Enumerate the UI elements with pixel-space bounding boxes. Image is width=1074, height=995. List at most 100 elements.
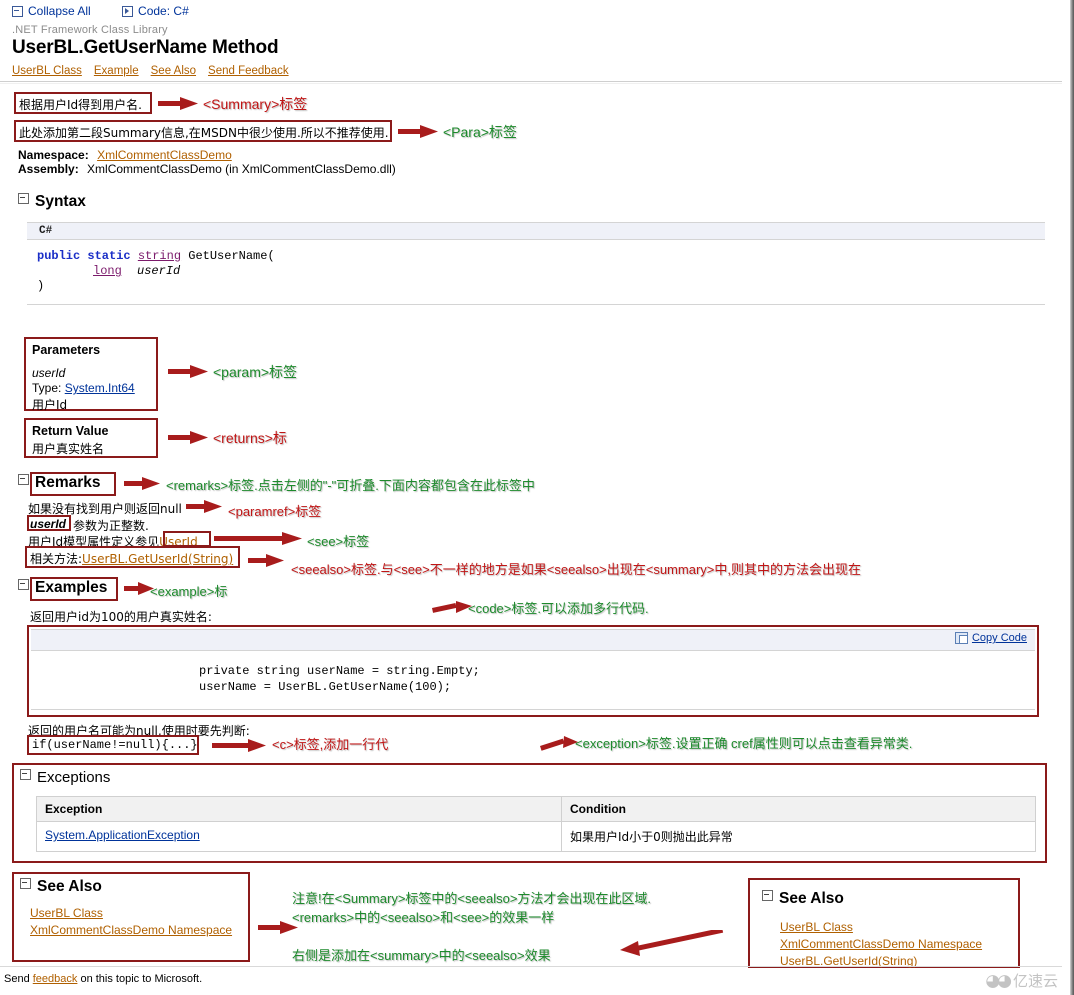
example-code-line-1: private string userName = string.Empty; bbox=[31, 663, 1035, 679]
remarks-line-4-prefix: 相关方法: bbox=[30, 552, 82, 566]
see-also-right-link-1[interactable]: UserBL Class bbox=[780, 920, 982, 934]
table-header-row: Exception Condition bbox=[37, 797, 1036, 822]
examples-intro: 返回用户id为100的用户真实姓名: bbox=[30, 608, 212, 625]
copy-code-button[interactable]: Copy Code bbox=[955, 632, 1027, 644]
footer-suffix: on this topic to Microsoft. bbox=[77, 973, 202, 985]
annotation-paramref-tag: <paramref>标签 bbox=[228, 501, 321, 520]
header-links: UserBL Class Example See Also Send Feedback bbox=[12, 63, 1052, 77]
syntax-language-tab[interactable]: C# bbox=[27, 223, 1045, 240]
syntax-line-1: public static string GetUserName( bbox=[37, 249, 1045, 264]
see-also-left-heading: See Also bbox=[20, 878, 102, 896]
remarks-line-4: 相关方法:UserBL.GetUserId(String) bbox=[30, 550, 233, 567]
watermark-label: 亿速云 bbox=[1013, 970, 1058, 991]
remarks-seealso-link[interactable]: UserBL.GetUserId(String) bbox=[82, 552, 233, 566]
see-also-right-link-2[interactable]: XmlCommentClassDemo Namespace bbox=[780, 937, 982, 951]
summary-line-1: 根据用户Id得到用户名. bbox=[19, 96, 142, 113]
code-language-label: Code: C# bbox=[138, 0, 189, 22]
syntax-param-name: userId bbox=[137, 264, 180, 278]
header-divider bbox=[0, 81, 1062, 82]
see-also-right-collapse-icon[interactable] bbox=[762, 890, 773, 901]
return-value-description: 用户真实姓名 bbox=[32, 440, 108, 457]
see-also-left-collapse-icon[interactable] bbox=[20, 878, 31, 889]
exceptions-collapse-icon[interactable] bbox=[20, 769, 31, 780]
header-divider-shadow bbox=[0, 83, 1062, 84]
syntax-keywords: public static bbox=[37, 249, 131, 263]
seealso-arrow bbox=[248, 552, 286, 570]
code-arrow bbox=[432, 600, 472, 618]
exception-arrow bbox=[538, 736, 578, 756]
summary-line-2: 此处添加第二段Summary信息,在MSDN中很少使用.所以不推荐使用. bbox=[19, 124, 389, 141]
footer-prefix: Send bbox=[4, 973, 33, 985]
see-also-right-heading-label: See Also bbox=[779, 890, 844, 907]
exception-type-link[interactable]: System.ApplicationException bbox=[45, 828, 200, 842]
syntax-param-type-link[interactable]: long bbox=[93, 264, 122, 278]
annotation-c-tag: <c>标签,添加一行代 bbox=[272, 734, 388, 753]
top-toolbar: Collapse All Code: C# bbox=[0, 0, 1062, 22]
see-also-left-links: UserBL Class XmlCommentClassDemo Namespa… bbox=[30, 906, 232, 940]
cell-condition: 如果用户Id小于0则抛出此异常 bbox=[562, 822, 1036, 852]
copy-code-label: Copy Code bbox=[972, 632, 1027, 644]
examples-inline-code: if(userName!=null){...} bbox=[32, 738, 198, 752]
parameter-type-label: Type: bbox=[32, 381, 61, 395]
examples-collapse-icon[interactable] bbox=[18, 579, 29, 590]
param-arrow bbox=[168, 362, 210, 382]
column-header-exception: Exception bbox=[37, 797, 562, 822]
header-link-userbl-class[interactable]: UserBL Class bbox=[12, 65, 82, 77]
examples-highlight-box bbox=[30, 577, 118, 601]
syntax-return-type-link[interactable]: string bbox=[138, 249, 181, 263]
annotation-para-tag: <Para>标签 bbox=[443, 122, 517, 142]
watermark-glyph-icon: ◕◕ bbox=[985, 971, 1009, 991]
c-tag-arrow bbox=[212, 738, 268, 754]
parameter-name: userId bbox=[32, 366, 135, 380]
return-value-heading: Return Value bbox=[32, 424, 108, 438]
syntax-line-3: ) bbox=[37, 279, 1045, 294]
collapse-all-label: Collapse All bbox=[28, 0, 91, 22]
annotation-see-tag: <see>标签 bbox=[307, 531, 369, 550]
watermark: ◕◕ 亿速云 bbox=[985, 970, 1058, 991]
remarks-highlight-box bbox=[30, 472, 116, 496]
syntax-collapse-icon[interactable] bbox=[18, 193, 29, 204]
remarks-line-2-rest: 参数为正整数. bbox=[73, 517, 149, 534]
annotation-returns-tag: <returns>标 bbox=[213, 428, 287, 448]
play-triangle-icon bbox=[122, 6, 133, 17]
copy-icon bbox=[955, 632, 968, 644]
footer-feedback-link[interactable]: feedback bbox=[33, 973, 78, 985]
example-code-text: private string userName = string.Empty; … bbox=[31, 651, 1035, 709]
paramref-arrow bbox=[186, 498, 224, 516]
namespace-link[interactable]: XmlCommentClassDemo bbox=[97, 148, 232, 162]
window-right-edge bbox=[1070, 0, 1074, 995]
annotation-seealso-note-1: 注意!在<Summary>标签中的<seealso>方法才会出现在此区域. bbox=[292, 888, 651, 907]
syntax-method-name: GetUserName( bbox=[188, 249, 274, 263]
parameter-type-link[interactable]: System.Int64 bbox=[65, 381, 135, 395]
library-name: .NET Framework Class Library bbox=[12, 24, 1052, 36]
collapse-all-button[interactable]: Collapse All bbox=[12, 0, 91, 22]
collapse-minus-icon bbox=[12, 6, 23, 17]
remarks-line-2: userId bbox=[30, 517, 66, 531]
see-also-right-arrow bbox=[618, 930, 728, 958]
help-page: Collapse All Code: C# .NET Framework Cla… bbox=[0, 0, 1066, 995]
para-arrow bbox=[398, 122, 440, 142]
see-also-left-link-1[interactable]: UserBL Class bbox=[30, 906, 232, 920]
remarks-collapse-icon[interactable] bbox=[18, 474, 29, 485]
page-title: UserBL.GetUserName Method bbox=[12, 37, 1052, 59]
annotation-summary-tag: <Summary>标签 bbox=[203, 94, 307, 114]
example-code-toolbar: Copy Code bbox=[31, 630, 1035, 651]
page-header: .NET Framework Class Library UserBL.GetU… bbox=[12, 24, 1052, 77]
cell-exception: System.ApplicationException bbox=[37, 822, 562, 852]
example-code-line-2: userName = UserBL.GetUserName(100); bbox=[31, 679, 1035, 695]
assembly-label: Assembly: bbox=[18, 162, 79, 176]
header-link-see-also[interactable]: See Also bbox=[151, 65, 196, 77]
remarks-arrow bbox=[124, 475, 162, 493]
code-language-selector[interactable]: Code: C# bbox=[122, 0, 189, 22]
header-link-send-feedback[interactable]: Send Feedback bbox=[208, 65, 289, 77]
namespace-label: Namespace: bbox=[18, 148, 89, 162]
annotation-seealso-tag: <seealso>标签.与<see>不一样的地方是如果<seealso>出现在<… bbox=[291, 559, 861, 578]
header-link-example[interactable]: Example bbox=[94, 65, 139, 77]
syntax-tab-label: C# bbox=[39, 225, 52, 237]
footer-divider bbox=[0, 966, 1062, 967]
annotation-exception-tag: <exception>标签.设置正确 cref属性则可以点击查看异常类. bbox=[575, 733, 912, 752]
annotation-seealso-note-2: <remarks>中的<seealso>和<see>的效果一样 bbox=[292, 907, 554, 926]
column-header-condition: Condition bbox=[562, 797, 1036, 822]
exceptions-heading-label: Exceptions bbox=[37, 769, 110, 786]
see-also-left-link-2[interactable]: XmlCommentClassDemo Namespace bbox=[30, 923, 232, 937]
